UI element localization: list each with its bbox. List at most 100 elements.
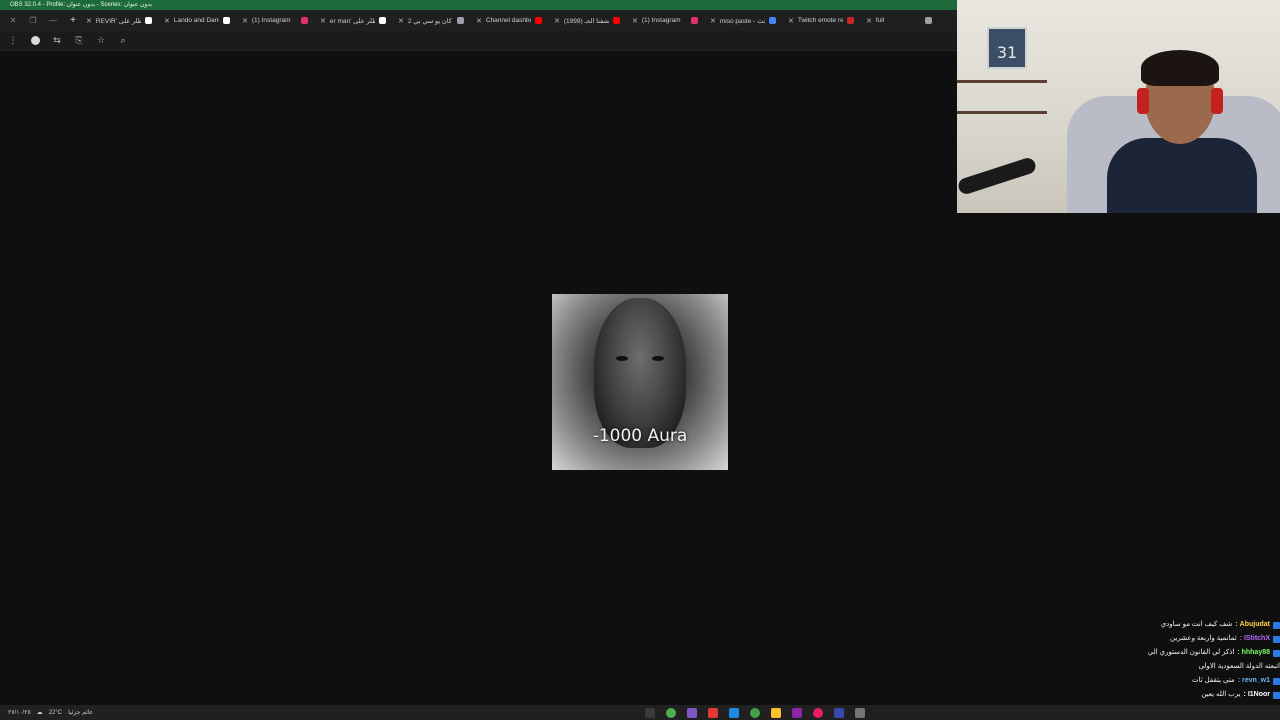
bookmark-star-icon[interactable]: ☆	[92, 33, 110, 49]
translate-icon[interactable]: ⇆	[48, 33, 66, 49]
minimize-icon[interactable]: —	[46, 14, 60, 28]
chat-text: متى يتقفل ثات	[1191, 677, 1235, 684]
app-icon[interactable]	[771, 707, 781, 718]
chat-username: hhhay88 :	[1237, 649, 1270, 656]
shelf	[957, 80, 1047, 150]
new-tab-button[interactable]: +	[66, 14, 80, 28]
app-icon[interactable]	[729, 707, 739, 718]
app-icon[interactable]	[687, 707, 697, 718]
shield-icon	[847, 17, 854, 24]
emote-image: -1000 Aura	[552, 294, 728, 470]
browser-tab-strip: ✕ ❐ — + ✕REVIR' اطلر على✕Lando and Danie…	[0, 10, 957, 31]
frame-number: 31	[996, 43, 1018, 62]
page-content	[0, 52, 957, 705]
chat-text: ثمانمية واربعة وعشرين	[1170, 635, 1237, 642]
chat-username: Abujudat :	[1235, 621, 1270, 628]
app-icon[interactable]	[834, 707, 844, 718]
tab-close-icon[interactable]: ✕	[398, 17, 404, 25]
tab-close-icon[interactable]: ✕	[554, 17, 560, 25]
browser-tab[interactable]: ✕ (1) Instagram	[236, 10, 314, 31]
microphone-arm	[957, 156, 1038, 196]
chat-username: IStitchX :	[1239, 635, 1270, 642]
browser-toolbar: ⋮ ⇆ ⎘ ☆ ⌕	[0, 31, 957, 51]
tab-label: Lando and Danie	[173, 17, 219, 24]
tab-close-icon[interactable]: ✕	[86, 17, 92, 25]
browser-tab[interactable]: ✕ Twitch emote re	[782, 10, 860, 31]
browser-tab[interactable]: ✕ Channel dashbo	[470, 10, 548, 31]
browser-tab[interactable]: ✕miso paste - بحث	[704, 10, 782, 31]
chat-username: revn_w1 :	[1237, 677, 1270, 684]
window-title: OBS 32.0.4 - Profile: بدون عنوان - Scene…	[10, 2, 153, 8]
tab-label: Channel dashbo	[485, 17, 531, 24]
browser-tab[interactable]: ✕REVIR' اطلر على	[80, 10, 158, 31]
browser-tab[interactable]: ✕er man' اطلر على	[314, 10, 392, 31]
app-icon[interactable]	[855, 707, 865, 718]
chat-text: شف كيف انت مو ساودي	[1160, 621, 1233, 628]
temperature-text: 22°C	[48, 709, 63, 716]
browser-tab[interactable]: ✕ Lando and Danie	[158, 10, 236, 31]
chat-message: IStitchX : ثمانمية واربعة وعشرين	[1118, 632, 1280, 646]
tab-close-icon[interactable]: ✕	[320, 17, 326, 25]
headset-left	[1137, 88, 1149, 114]
tiktok-icon	[145, 17, 152, 24]
wall-picture-frame: 31	[987, 27, 1027, 69]
browser-icon[interactable]	[666, 707, 676, 718]
search-icon[interactable]	[645, 707, 655, 718]
tiktok-icon	[379, 17, 386, 24]
tab-close-icon[interactable]: ✕	[710, 17, 716, 25]
instagram-icon	[301, 17, 308, 24]
chat-overlay: Abujudat : شف كيف انت مو ساودي IStitchX :ث…	[1118, 618, 1280, 710]
chat-badge-icon	[1273, 691, 1280, 699]
app-icon[interactable]	[792, 707, 802, 718]
obs-title-bar: OBS 32.0.4 - Profile: بدون عنوان - Scene…	[0, 0, 957, 10]
close-icon[interactable]: ✕	[6, 14, 20, 28]
page-icon	[925, 17, 932, 24]
profile-avatar[interactable]	[26, 33, 44, 49]
weather-text: غائم جزئيا	[68, 710, 93, 716]
app-icon[interactable]	[708, 707, 718, 718]
menu-icon[interactable]: ⋮	[4, 33, 22, 49]
tab-label: Twitch emote re	[797, 17, 843, 24]
browser-tab[interactable]: ✕ كان يو سي بي 2	[392, 10, 470, 31]
chat-message: Abujudat : شف كيف انت مو ساودي	[1118, 618, 1280, 632]
chat-badge-icon	[1273, 677, 1280, 685]
instagram-icon	[691, 17, 698, 24]
tab-label: (1) Instagram	[251, 17, 291, 24]
chat-message: اتبعته الدولة السعودية الاولى	[1118, 660, 1280, 674]
tab-close-icon[interactable]: ✕	[164, 17, 170, 25]
windows-taskbar: ٢٧/١٠/٢٥ ☁ 22°C غائم جزئيا	[0, 705, 1280, 720]
tab-close-icon[interactable]: ✕	[242, 17, 248, 25]
youtube-icon	[613, 17, 620, 24]
chat-username: I1Noor :	[1243, 691, 1270, 698]
chat-badge-icon	[1273, 649, 1280, 657]
chat-text: اذكر لي القانون الدستوري الي	[1147, 649, 1235, 656]
streamer-body	[1107, 138, 1257, 213]
chat-message: hhhay88 : اذكر لي القانون الدستوري الي	[1118, 646, 1280, 660]
restore-icon[interactable]: ❐	[26, 14, 40, 28]
tab-close-icon[interactable]: ✕	[632, 17, 638, 25]
browser-tab[interactable]: ✕ full	[860, 10, 938, 31]
chat-badge-icon	[1273, 635, 1280, 643]
browser-tab[interactable]: ✕ (1) Instagram	[626, 10, 704, 31]
tab-label: REVIR' اطلر على	[95, 17, 141, 25]
search-icon[interactable]: ⌕	[114, 33, 132, 49]
chat-text: يرب الله يعين	[1201, 691, 1241, 698]
globe-icon	[457, 17, 464, 24]
chat-text: اتبعته الدولة السعودية الاولى	[1198, 663, 1280, 670]
headset-right	[1211, 88, 1223, 114]
chat-message: revn_w1 : متى يتقفل ثات	[1118, 674, 1280, 688]
app-icon[interactable]	[813, 707, 823, 718]
share-icon[interactable]: ⎘	[70, 33, 88, 49]
browser-tab[interactable]: ✕(1999) كشفنا الحـ	[548, 10, 626, 31]
tab-close-icon[interactable]: ✕	[788, 17, 794, 25]
tab-close-icon[interactable]: ✕	[866, 17, 872, 25]
tab-label: (1999) كشفنا الحـ	[563, 17, 609, 25]
youtube-icon	[535, 17, 542, 24]
emote-caption: -1000 Aura	[592, 426, 688, 446]
app-icon[interactable]	[750, 707, 760, 718]
tab-close-icon[interactable]: ✕	[476, 17, 482, 25]
tab-label: er man' اطلر على	[329, 17, 375, 25]
streamer-hair	[1141, 50, 1219, 86]
date-text: ٢٧/١٠/٢٥	[8, 710, 31, 716]
tab-label: miso paste - بحث	[719, 17, 765, 25]
